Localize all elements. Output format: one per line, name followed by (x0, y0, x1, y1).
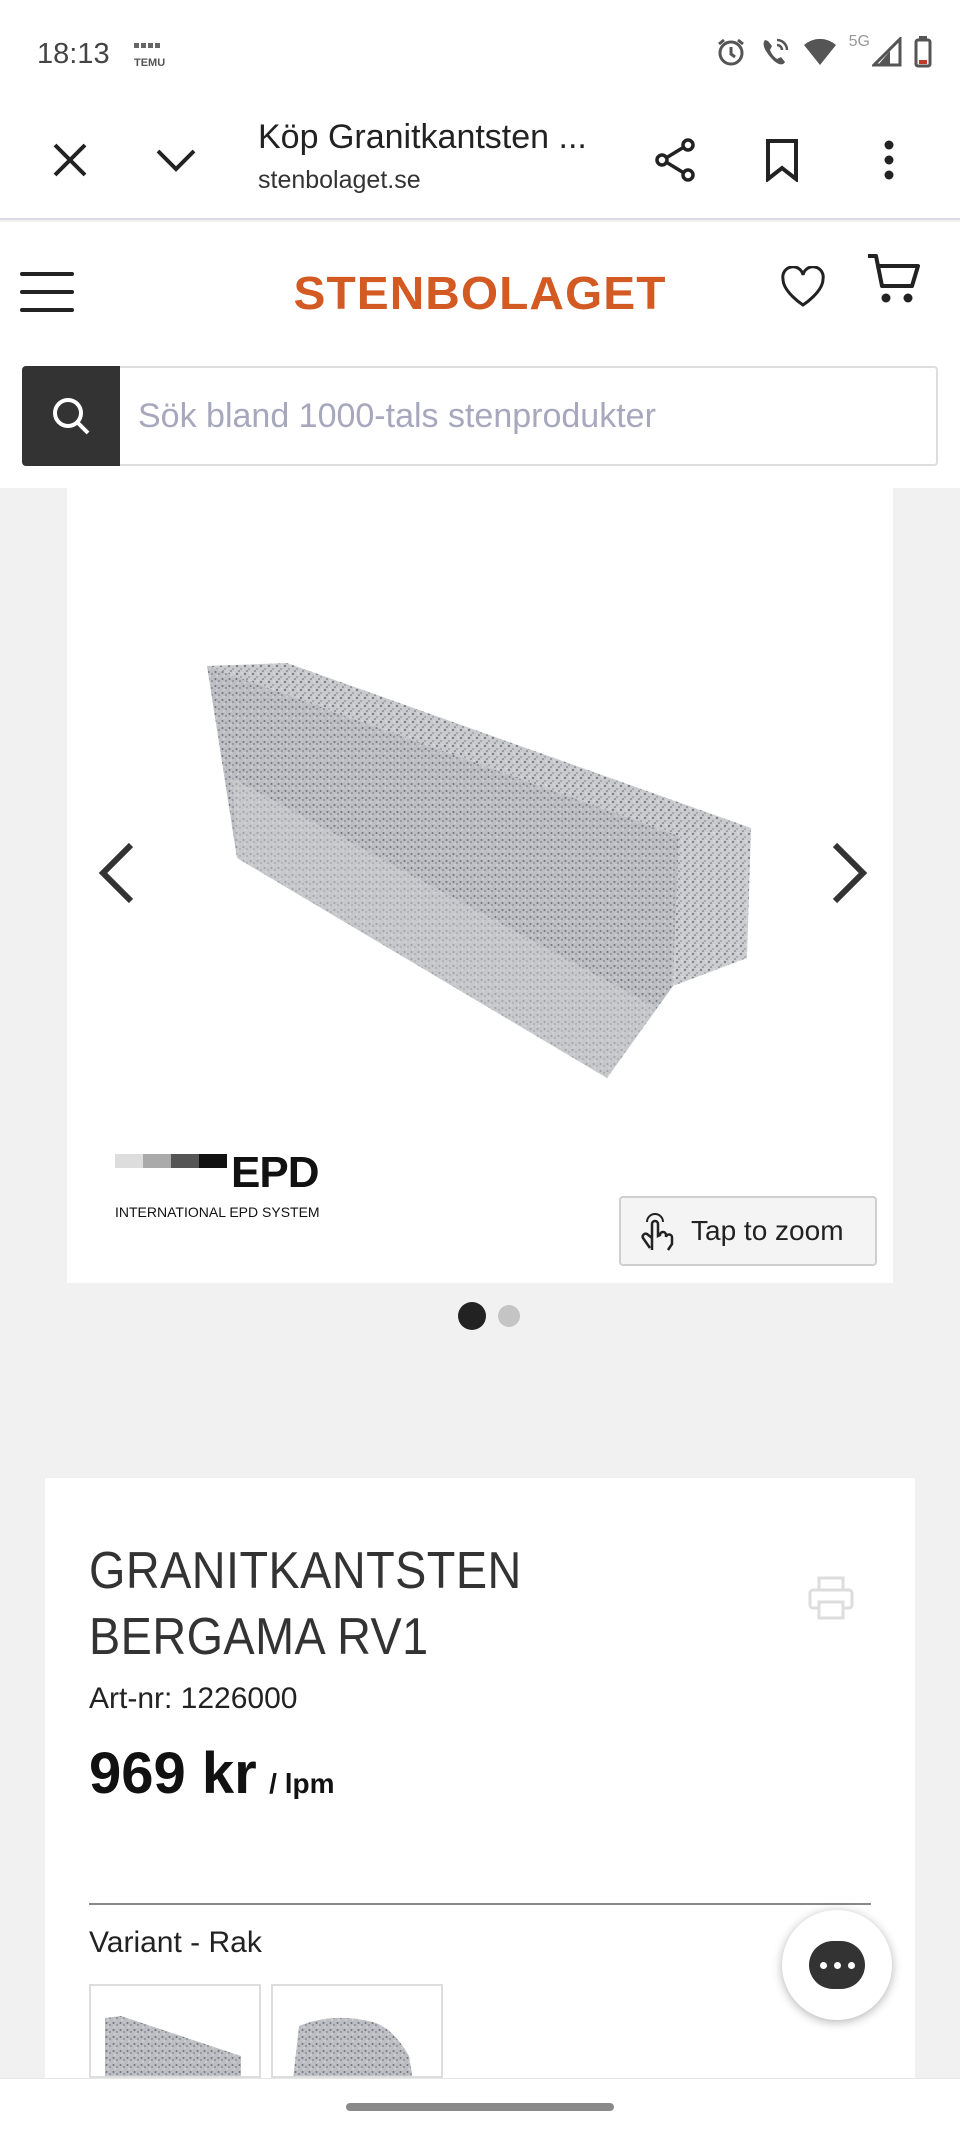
wishlist-button[interactable] (780, 265, 834, 320)
status-time: 18:13 (37, 38, 110, 70)
variant-option-straight[interactable] (89, 1984, 261, 2078)
search-icon (53, 398, 90, 435)
chevron-right-icon (832, 842, 868, 904)
printer-icon (808, 1576, 854, 1620)
bookmark-button[interactable] (750, 128, 814, 192)
pagination-dot[interactable] (498, 1305, 520, 1327)
cart-icon (868, 254, 920, 303)
status-bar: 18:13 TEMU 5G (0, 0, 960, 100)
status-icons: 5G (715, 33, 932, 68)
search-button[interactable] (22, 366, 120, 466)
search-input[interactable] (120, 368, 936, 464)
wifi-call-icon (763, 38, 788, 65)
variant-thumbnail-curved (293, 2017, 413, 2076)
tap-to-zoom-label: Tap to zoom (691, 1215, 844, 1246)
close-tab-button[interactable] (38, 128, 102, 192)
article-number: Art-nr: 1226000 (89, 1682, 298, 1715)
bookmark-icon (766, 139, 798, 182)
variant-thumbnail-straight (105, 2016, 241, 2076)
close-icon (53, 143, 87, 177)
site-header: STENBOLAGET (0, 222, 960, 488)
epd-bars (115, 1154, 227, 1168)
gallery-pagination (0, 1302, 960, 1330)
chat-icon (809, 1941, 865, 1989)
print-button[interactable] (807, 1576, 857, 1626)
epd-logo-text: EPD (231, 1148, 319, 1197)
wifi-icon (803, 38, 836, 65)
more-options-button[interactable] (857, 128, 921, 192)
alarm-icon (717, 38, 744, 66)
status-app-label: TEMU (134, 57, 166, 69)
share-icon (655, 138, 695, 182)
product-title: GRANITKANTSTEN BERGAMA RV1 (89, 1542, 522, 1666)
more-vert-icon (884, 140, 894, 180)
epd-logo-subtitle: INTERNATIONAL EPD SYSTEM (115, 1204, 320, 1220)
divider (89, 1903, 871, 1905)
prev-image-button[interactable] (87, 828, 147, 918)
home-gesture-handle[interactable] (346, 2103, 614, 2111)
temu-notification-icon: TEMU (134, 42, 170, 69)
tap-to-zoom-button[interactable]: Tap to zoom (619, 1196, 877, 1266)
share-button[interactable] (644, 128, 708, 192)
heart-icon (781, 265, 825, 307)
chevron-left-icon (98, 842, 134, 904)
price-value: 969 kr (89, 1741, 257, 1806)
chat-button[interactable] (782, 1910, 892, 2020)
signal-icon (872, 37, 902, 67)
cart-button[interactable] (866, 252, 928, 314)
system-nav-bar (0, 2078, 960, 2133)
price-unit: / lpm (269, 1768, 335, 1799)
pagination-dot-active[interactable] (458, 1302, 486, 1330)
browser-toolbar: Köp Granitkantsten ... stenbolaget.se (0, 100, 960, 220)
temu-glyph-icon (134, 43, 160, 48)
next-image-button[interactable] (819, 828, 879, 918)
product-info-card: GRANITKANTSTEN BERGAMA RV1 Art-nr: 12260… (45, 1478, 915, 2078)
page-title[interactable]: Köp Granitkantsten ... (258, 118, 587, 157)
minimize-tab-button[interactable] (144, 128, 208, 192)
battery-icon (914, 36, 932, 68)
search-bar (22, 366, 938, 466)
product-image-gallery[interactable]: EPD INTERNATIONAL EPD SYSTEM Tap to zoom (67, 488, 893, 1283)
variant-label: Variant - Rak (89, 1926, 262, 1959)
chevron-down-icon (156, 149, 196, 172)
network-type-label: 5G (848, 33, 870, 50)
page-url[interactable]: stenbolaget.se (258, 166, 421, 195)
product-price: 969 kr / lpm (89, 1740, 335, 1807)
variant-option-curved[interactable] (271, 1984, 443, 2078)
tap-hand-icon (641, 1213, 674, 1251)
